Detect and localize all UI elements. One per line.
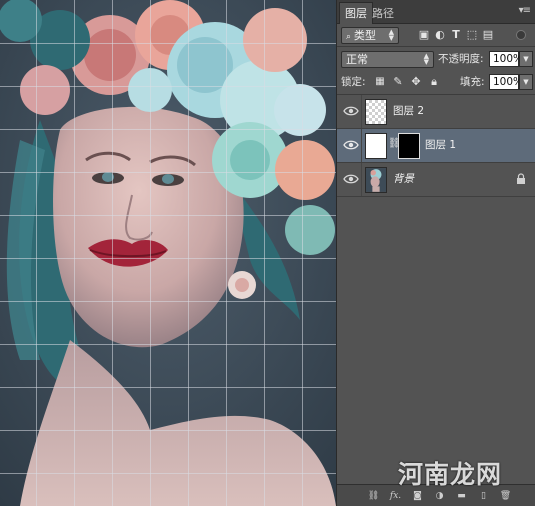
lock-row: 锁定: ▦ ✎ ✥ 🔒︎ 填充: 100% ▼: [337, 72, 535, 92]
divider: [361, 95, 362, 128]
fill-field[interactable]: 100%: [489, 74, 523, 90]
opacity-field[interactable]: 100%: [489, 51, 523, 67]
layer-name[interactable]: 背景: [393, 173, 414, 186]
fill-label: 填充:: [460, 76, 485, 88]
panel-menu-icon[interactable]: ▾≡: [519, 5, 531, 16]
lock-transparent-icon[interactable]: ▦: [373, 75, 387, 89]
layer-thumbnail: [365, 133, 387, 159]
opacity-label: 不透明度:: [438, 53, 484, 65]
divider: [361, 129, 362, 162]
add-mask-icon[interactable]: ◙: [411, 490, 424, 502]
layer-name[interactable]: 图层 2: [393, 105, 424, 118]
filter-toggle-icon[interactable]: [516, 30, 526, 40]
filter-type-select[interactable]: ⌕ 类型 ▲ ▼: [341, 27, 399, 44]
fill-dropdown-button[interactable]: ▼: [519, 74, 533, 90]
panel-tab-bar: 图层 路径 ▾≡: [337, 0, 535, 24]
layer-thumbnail: [365, 99, 387, 125]
filter-type-label: 类型: [353, 29, 376, 42]
layers-panel: 图层 路径 ▾≡ ⌕ 类型 ▲ ▼ ▣ ◐ T ⬚ ▤ 正常 ▲ ▼ 不透明度: 1…: [336, 0, 535, 506]
blend-row: 正常 ▲ ▼ 不透明度: 100% ▼: [337, 48, 535, 70]
layer-row-background[interactable]: 背景: [337, 163, 535, 197]
divider: [361, 163, 362, 196]
new-group-folder-icon[interactable]: ▬: [455, 490, 468, 502]
select-arrows-icon: ▲ ▼: [423, 52, 429, 66]
layer-row-layer-1[interactable]: ⛓ 图层 1: [337, 129, 535, 163]
delete-layer-trash-icon[interactable]: 🗑︎: [499, 490, 512, 502]
filter-type-icon[interactable]: T: [449, 28, 463, 42]
portrait-photo: [0, 0, 336, 506]
lock-label: 锁定:: [341, 76, 366, 88]
new-layer-icon[interactable]: ▯: [477, 490, 490, 502]
document-canvas[interactable]: [0, 0, 336, 506]
layer-row-layer-2[interactable]: 图层 2: [337, 95, 535, 129]
layer-mask-thumbnail[interactable]: [398, 133, 420, 159]
visibility-eye-icon[interactable]: [343, 105, 359, 117]
opacity-dropdown-button[interactable]: ▼: [519, 51, 533, 67]
filter-row: ⌕ 类型 ▲ ▼ ▣ ◐ T ⬚ ▤: [337, 24, 535, 46]
filter-smart-object-icon[interactable]: ▤: [481, 28, 495, 42]
fx-icon[interactable]: fx.: [389, 490, 402, 502]
adjustment-layer-icon[interactable]: ◑: [433, 490, 446, 502]
filter-pixel-icon[interactable]: ▣: [417, 28, 431, 42]
lock-position-move-icon[interactable]: ✥: [409, 75, 423, 89]
tab-paths[interactable]: 路径: [367, 3, 399, 24]
visibility-eye-icon[interactable]: [343, 173, 359, 185]
filter-shape-icon[interactable]: ⬚: [465, 28, 479, 42]
layer-name[interactable]: 图层 1: [425, 139, 456, 152]
lock-icon: [517, 173, 525, 184]
link-layers-icon[interactable]: ⛓: [367, 490, 380, 502]
lock-all-icon[interactable]: 🔒︎: [427, 75, 441, 89]
lock-image-brush-icon[interactable]: ✎: [391, 75, 405, 89]
visibility-eye-icon[interactable]: [343, 139, 359, 151]
blend-mode-value: 正常: [346, 53, 368, 66]
divider: [337, 46, 535, 47]
filter-search-icon: ⌕: [346, 32, 354, 42]
select-arrows-icon: ▲ ▼: [388, 28, 394, 42]
blend-mode-select[interactable]: 正常 ▲ ▼: [341, 51, 434, 68]
watermark-logo: 河南龙网: [398, 460, 503, 489]
layer-thumbnail: [365, 167, 387, 193]
filter-adjustment-icon[interactable]: ◐: [433, 28, 447, 42]
